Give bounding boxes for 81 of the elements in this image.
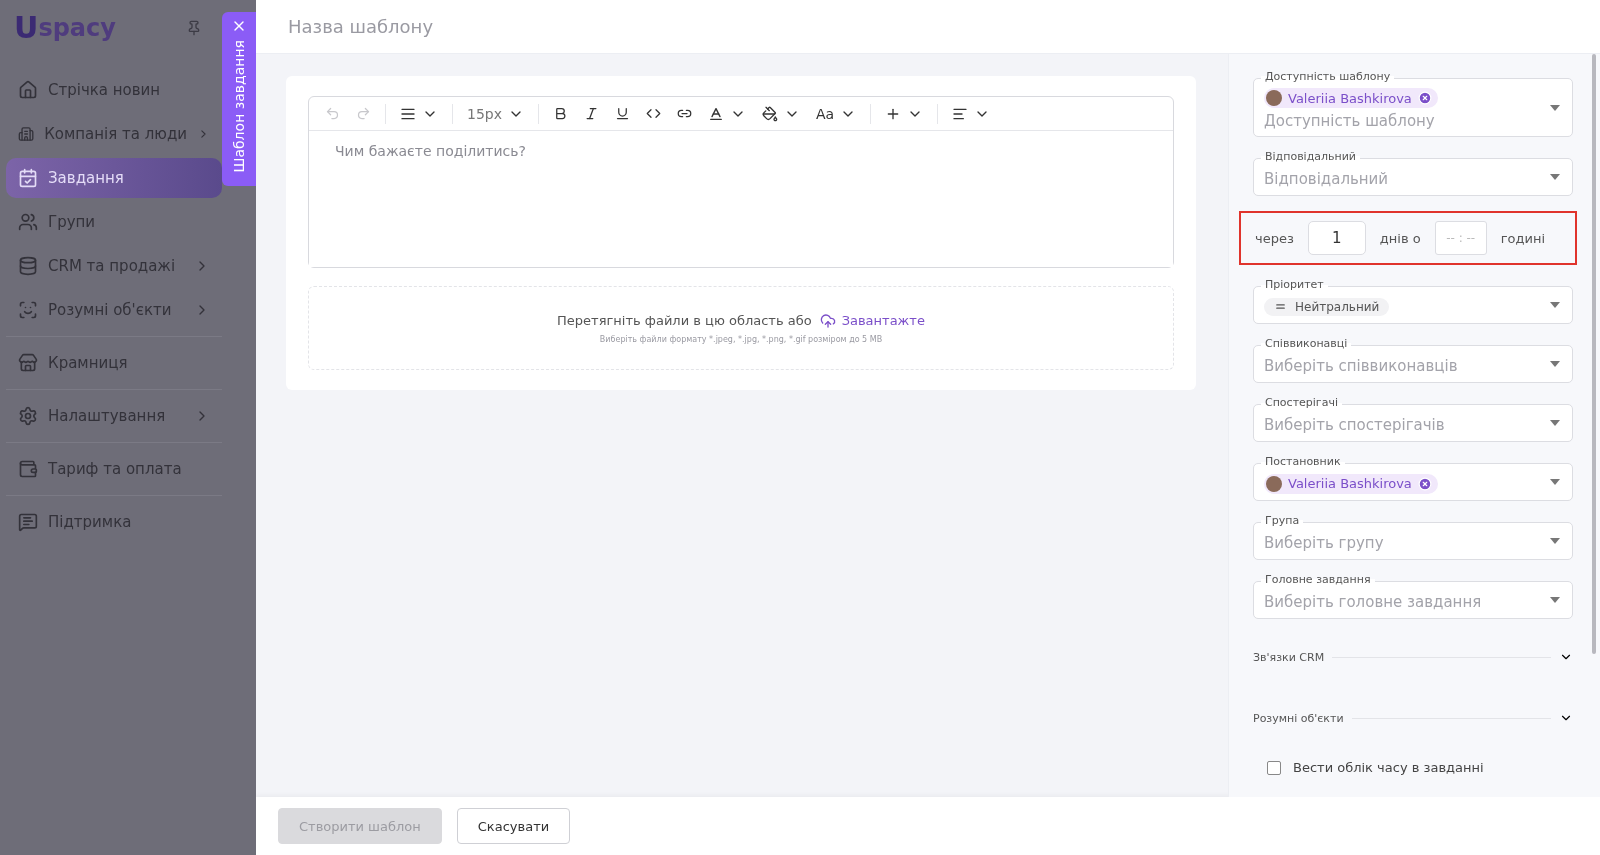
field-label: Головне завдання: [1261, 573, 1375, 586]
upload-link[interactable]: Завантажте: [819, 312, 925, 329]
paint-bucket-icon: [762, 105, 778, 122]
time-input[interactable]: -- : --: [1434, 221, 1487, 255]
sidebar-item[interactable]: CRM та продажі: [6, 246, 222, 286]
caret-icon: [1550, 597, 1560, 603]
people-icon: [18, 212, 38, 232]
days-input[interactable]: 1: [1307, 221, 1366, 255]
field-placeholder: Виберіть співвиконавців: [1264, 356, 1459, 375]
caret-icon: [1550, 479, 1560, 485]
caret-icon: [1550, 361, 1560, 367]
field-label: Група: [1261, 514, 1304, 527]
logo-mark: U: [14, 13, 39, 43]
cancel-button[interactable]: Скасувати: [456, 808, 571, 844]
settings-icon: [18, 406, 38, 426]
undo-icon: [325, 106, 340, 121]
font-size-dropdown[interactable]: 15px: [461, 102, 530, 125]
sidebar-item[interactable]: Налаштування: [6, 396, 222, 436]
scan-icon: [18, 300, 38, 320]
sidebar-item[interactable]: Групи: [6, 202, 222, 242]
italic-icon: [584, 106, 599, 121]
sidebar-item[interactable]: Тариф та оплата: [6, 449, 222, 489]
text-case-dropdown[interactable]: Aa: [810, 102, 863, 125]
caret-icon: [1550, 174, 1560, 180]
side-tab-label: Шаблон завдання: [231, 40, 247, 173]
caret-icon: [1550, 104, 1560, 111]
text-color-icon: [708, 105, 724, 122]
database-icon: [18, 256, 38, 276]
code-icon: [646, 106, 661, 121]
upload-hint: Виберіть файли формату *.jpeg, *.jpg, *.png, *.gif розміром до 5 MB: [599, 334, 883, 344]
checkbox[interactable]: [1267, 760, 1281, 775]
help-icon: [18, 512, 38, 532]
schedule-text: годині: [1500, 230, 1546, 246]
wallet-icon: [18, 459, 38, 479]
remove-icon[interactable]: [1417, 91, 1432, 105]
sidebar-item[interactable]: Розумні об'єкти: [6, 290, 222, 330]
caret-icon: [1550, 538, 1560, 544]
field-label: Співвиконавці: [1261, 337, 1352, 350]
collapsible-section[interactable]: Розумні об'єкти: [1253, 695, 1573, 741]
side-tab[interactable]: Шаблон завдання: [222, 12, 256, 186]
upload-text: Перетягніть файли в цю область або: [557, 313, 812, 328]
avatar: [1266, 90, 1282, 106]
underline-icon: [615, 106, 630, 121]
field-label: Постановник: [1261, 455, 1345, 468]
person-name: Valeriia Bashkirova: [1288, 90, 1412, 106]
person-chip[interactable]: Valeriia Bashkirova: [1264, 473, 1438, 494]
upload-dropzone[interactable]: Перетягніть файли в цю область або Завантажте Виберіть файли формату *.jpeg, *.jpg, *.png, *.gif розміром до 5 MB: [308, 286, 1174, 370]
field-placeholder: Доступність шаблону: [1264, 112, 1436, 130]
avatar: [1266, 475, 1282, 492]
person-chip[interactable]: Valeriia Bashkirova: [1264, 88, 1438, 108]
field-placeholder: Виберіть спостерігачів: [1264, 415, 1446, 434]
sidebar-item[interactable]: Завдання: [6, 158, 222, 198]
collapsible-section[interactable]: Зв'язки CRM: [1253, 634, 1573, 680]
bold-icon: [553, 106, 568, 121]
upload-icon: [819, 312, 836, 329]
field-placeholder: Виберіть головне завдання: [1264, 592, 1483, 611]
sidebar-item[interactable]: Стрічка новин: [6, 70, 222, 110]
remove-icon[interactable]: [1417, 476, 1432, 491]
store-icon: [18, 353, 38, 373]
caret-icon: [1550, 302, 1560, 308]
time-tracking-option[interactable]: Вести облік часу в завданні: [1253, 756, 1580, 779]
person-name: Valeriia Bashkirova: [1288, 476, 1412, 491]
field-label: Відповідальний: [1261, 150, 1361, 163]
schedule-text: днів о: [1379, 230, 1421, 246]
caret-icon: [1550, 420, 1560, 426]
text-editor[interactable]: 15px Aa Чим бажаєте поділитись?: [308, 96, 1174, 268]
field-label: Пріоритет: [1261, 278, 1328, 291]
calendar-icon: [18, 168, 38, 188]
field-label: Доступність шаблону: [1261, 70, 1395, 83]
sidebar-item[interactable]: Підтримка: [6, 502, 222, 542]
field-placeholder: Відповідальний: [1264, 169, 1390, 188]
home-icon: [18, 80, 38, 100]
building-icon: [18, 124, 35, 144]
schedule-text: через: [1255, 230, 1294, 246]
sidebar-item[interactable]: Крамниця: [6, 343, 222, 383]
priority-value: Нейтральний: [1295, 299, 1380, 314]
sidebar-item[interactable]: Компанія та люди: [6, 114, 222, 154]
checkbox-label: Вести облік часу в завданні: [1293, 760, 1484, 775]
redo-icon: [356, 106, 371, 121]
field-placeholder: Виберіть групу: [1264, 533, 1385, 552]
field-label: Спостерігачі: [1261, 396, 1342, 409]
